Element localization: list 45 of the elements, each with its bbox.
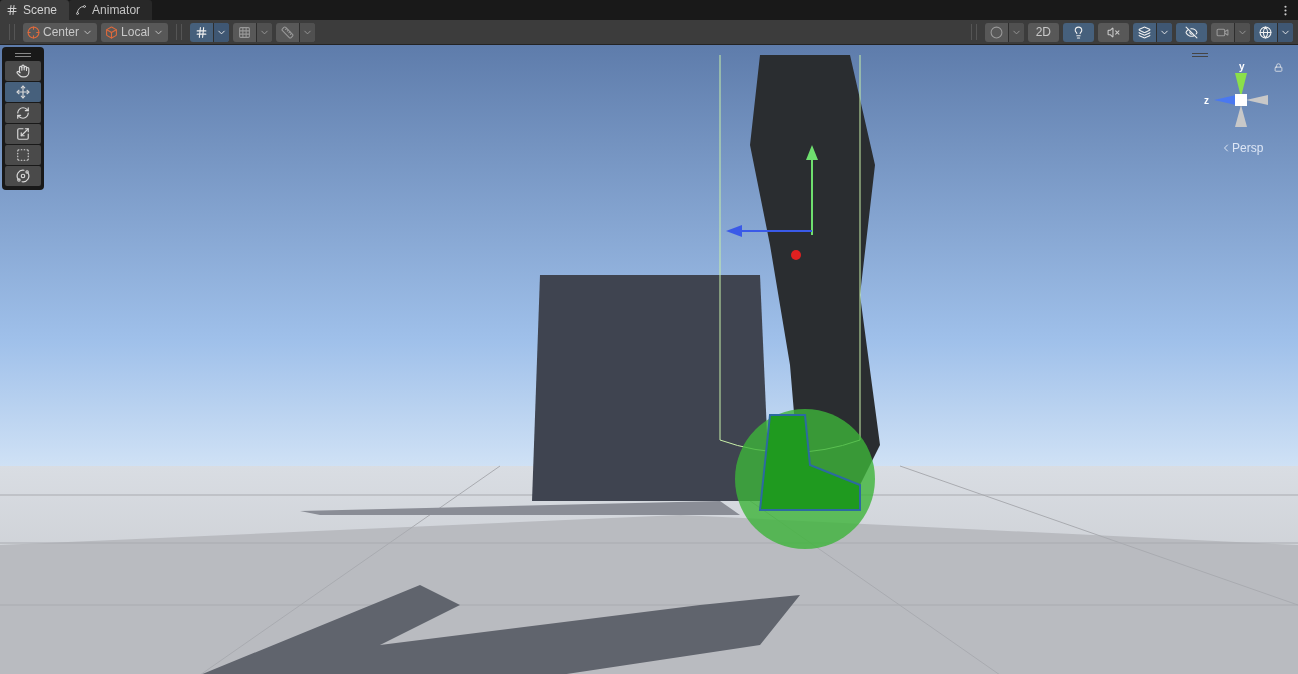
tool-button[interactable] [5, 145, 41, 165]
split-toggle-button[interactable] [189, 22, 229, 42]
grid-icon [237, 25, 251, 39]
split-toggle-button[interactable] [275, 22, 315, 42]
split-toggle-button[interactable] [232, 22, 272, 42]
tool-button[interactable] [5, 103, 41, 123]
hand-icon [16, 64, 30, 78]
ruler-icon [280, 25, 294, 39]
toggle-button[interactable] [1176, 22, 1207, 42]
toggle-button[interactable]: 2D [1027, 22, 1059, 42]
tool-button[interactable] [5, 166, 41, 186]
lightbulb-icon [1072, 25, 1085, 39]
toggle-button[interactable] [1098, 22, 1129, 42]
dropdown-button[interactable]: Local [101, 22, 168, 42]
split-toggle-button[interactable] [1211, 22, 1250, 42]
split-toggle-button[interactable] [984, 22, 1024, 42]
eye-off-icon [1185, 25, 1198, 39]
grip-icon[interactable] [15, 53, 31, 57]
rect-icon [16, 148, 30, 162]
split-toggle-button[interactable] [1133, 22, 1172, 42]
transform-icon [16, 169, 30, 183]
hash-icon [6, 4, 18, 16]
tab[interactable]: Animator [69, 0, 153, 20]
globe-icon [1259, 25, 1272, 39]
move-arrows-icon [16, 85, 30, 99]
graph-icon [75, 4, 88, 16]
layers-icon [1138, 25, 1151, 39]
dropdown-button[interactable]: Center [23, 22, 98, 42]
tool-button[interactable] [5, 82, 41, 102]
sphere-icon [989, 25, 1003, 39]
grid-snap-icon [194, 25, 208, 39]
lock-icon[interactable] [1274, 63, 1283, 72]
rotate-icon [16, 106, 30, 120]
cube-icon [105, 25, 119, 39]
tab[interactable]: Scene [0, 0, 70, 20]
tool-button[interactable] [5, 61, 41, 81]
projection-toggle[interactable]: Persp [1220, 141, 1264, 155]
mute-icon [1107, 25, 1120, 39]
axis-label: z [1204, 95, 1209, 106]
pivot-icon [27, 25, 40, 39]
toggle-button[interactable] [1063, 22, 1094, 42]
scale-icon [16, 127, 30, 141]
tool-button[interactable] [5, 124, 41, 144]
axis-label: y [1239, 61, 1245, 72]
split-toggle-button[interactable] [1254, 22, 1293, 42]
